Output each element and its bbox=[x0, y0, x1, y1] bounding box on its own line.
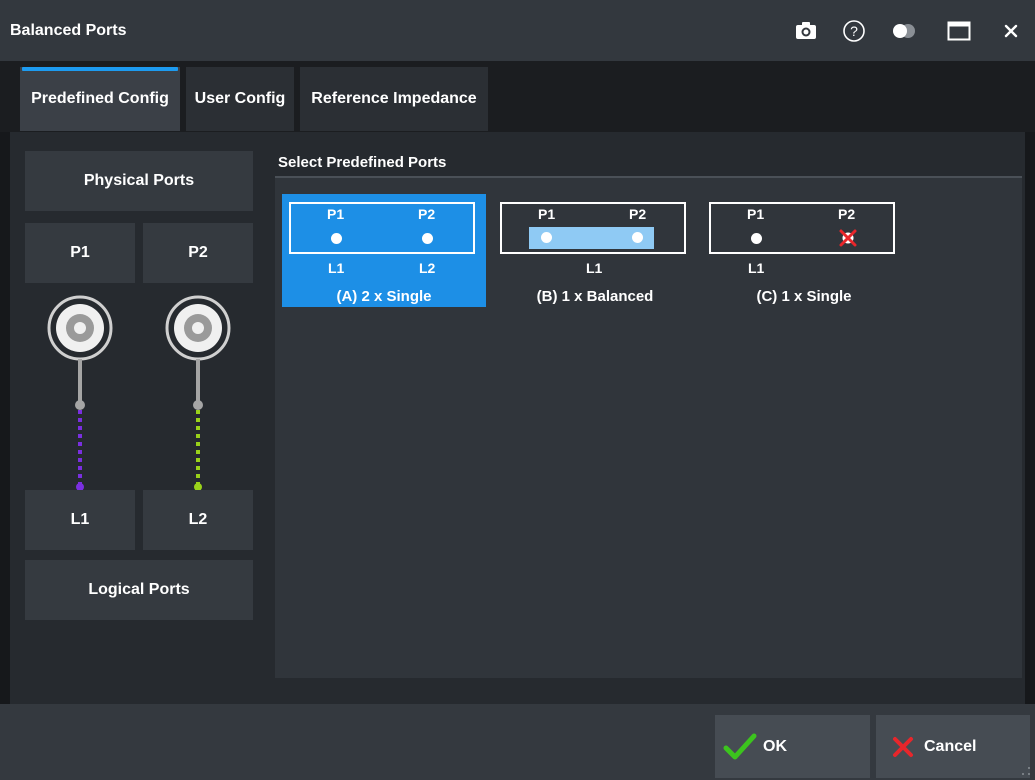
tab-bar: Predefined Config User Config Reference … bbox=[0, 61, 1035, 132]
physical-ports-header: Physical Ports bbox=[25, 151, 253, 211]
port-dot-icon bbox=[541, 232, 552, 243]
ok-button[interactable]: OK bbox=[715, 715, 870, 778]
logical-ports-footer: Logical Ports bbox=[25, 560, 253, 620]
ok-label: OK bbox=[763, 737, 787, 755]
close-icon[interactable] bbox=[997, 18, 1025, 44]
window-title: Balanced Ports bbox=[10, 22, 127, 39]
option-port-label: P1 bbox=[747, 206, 765, 222]
maximize-icon[interactable] bbox=[945, 18, 973, 44]
tab-reference-impedance[interactable]: Reference Impedance bbox=[300, 67, 488, 131]
option-logical-label: L2 bbox=[419, 260, 436, 276]
option-logical-label: L1 bbox=[586, 260, 603, 276]
checkmark-icon bbox=[723, 733, 757, 759]
port-dot-icon bbox=[632, 232, 643, 243]
tab-predefined-config[interactable]: Predefined Config bbox=[20, 67, 180, 131]
option-port-label: P1 bbox=[327, 206, 345, 222]
logical-port-l2: L2 bbox=[143, 490, 253, 550]
balanced-ports-dialog: Balanced Ports ? Predefined Config User … bbox=[0, 0, 1035, 780]
p1-connector-icon bbox=[47, 295, 113, 491]
svg-text:?: ? bbox=[850, 23, 858, 39]
port-label: P2 bbox=[188, 244, 208, 261]
toggle-icon[interactable] bbox=[890, 18, 918, 44]
option-logical-label: L1 bbox=[748, 260, 765, 276]
cancel-label: Cancel bbox=[924, 737, 977, 755]
option-frame bbox=[709, 202, 895, 254]
port-dot-icon bbox=[751, 233, 762, 244]
port-label: P1 bbox=[70, 244, 90, 261]
option-port-label: P2 bbox=[629, 206, 647, 222]
title-bar: Balanced Ports ? bbox=[0, 0, 1035, 61]
p2-connector-icon bbox=[165, 295, 231, 491]
option-port-label: P2 bbox=[418, 206, 436, 222]
tab-label: Predefined Config bbox=[31, 90, 169, 107]
option-1x-balanced[interactable]: P1 P2 L1 (B) 1 x Balanced bbox=[493, 194, 697, 307]
port-label: L1 bbox=[70, 511, 90, 528]
tab-label: User Config bbox=[194, 90, 286, 107]
option-1x-single[interactable]: P1 P2 L1 (C) 1 x Single bbox=[702, 194, 906, 307]
cancel-button[interactable]: Cancel bbox=[876, 715, 1030, 778]
physical-ports-label: Physical Ports bbox=[83, 172, 195, 189]
group-label: Select Predefined Ports bbox=[278, 154, 447, 171]
option-port-label: P1 bbox=[538, 206, 556, 222]
physical-port-p1: P1 bbox=[25, 223, 135, 283]
logical-ports-label: Logical Ports bbox=[88, 581, 190, 598]
help-icon[interactable]: ? bbox=[840, 18, 868, 44]
port-dot-icon bbox=[422, 233, 433, 244]
option-2x-single[interactable]: P1 P2 L1 L2 (A) 2 x Single bbox=[282, 194, 486, 307]
option-logical-label: L1 bbox=[328, 260, 345, 276]
port-disabled-icon bbox=[839, 229, 857, 247]
port-label: L2 bbox=[188, 511, 208, 528]
tab-user-config[interactable]: User Config bbox=[186, 67, 294, 131]
port-dot-icon bbox=[331, 233, 342, 244]
port-connection-diagram bbox=[47, 295, 231, 491]
option-frame bbox=[289, 202, 475, 254]
cancel-x-icon bbox=[893, 736, 913, 757]
camera-icon[interactable] bbox=[792, 18, 820, 44]
physical-port-p2: P2 bbox=[143, 223, 253, 283]
tab-label: Reference Impedance bbox=[311, 90, 477, 107]
option-caption: (B) 1 x Balanced bbox=[536, 288, 654, 305]
option-caption: (A) 2 x Single bbox=[336, 288, 432, 305]
option-caption: (C) 1 x Single bbox=[756, 288, 852, 305]
logical-port-l1: L1 bbox=[25, 490, 135, 550]
resize-grip-icon[interactable] bbox=[1020, 765, 1032, 777]
option-port-label: P2 bbox=[838, 206, 856, 222]
